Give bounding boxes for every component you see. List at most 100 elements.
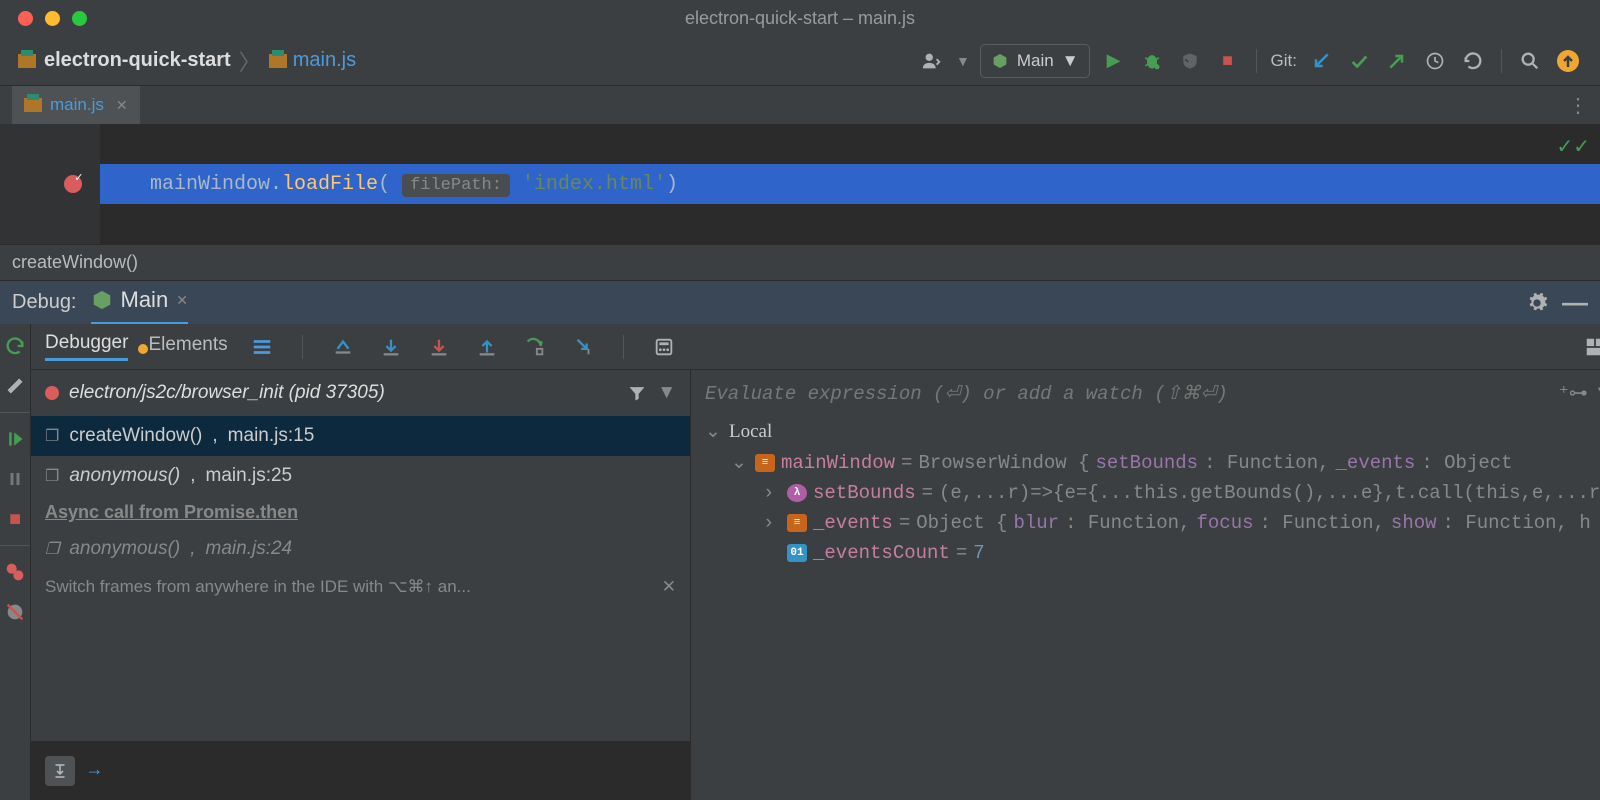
stop-icon[interactable]: ■ (1, 505, 29, 533)
breadcrumb-file[interactable]: main.js (269, 49, 356, 72)
step-out-icon[interactable] (473, 333, 501, 361)
threads-icon[interactable] (248, 333, 276, 361)
filter-icon[interactable] (627, 383, 647, 403)
object-icon: ≡ (787, 514, 807, 532)
close-tip-icon[interactable]: ✕ (662, 577, 676, 597)
debug-console[interactable]: → (31, 740, 690, 800)
debugger-tab[interactable]: Debugger (45, 332, 128, 361)
evaluate-expression-icon[interactable] (650, 333, 678, 361)
variable-row[interactable]: › ≡ _events = Object {blur: Function, fo… (691, 508, 1600, 538)
git-pull-icon[interactable] (1307, 47, 1335, 75)
mute-breakpoints-icon[interactable] (1, 598, 29, 626)
debug-main-area: Debugger Elements (31, 324, 1600, 800)
debug-side-toolbar: ■ (0, 324, 31, 800)
breakpoint-icon[interactable] (64, 175, 82, 193)
frame-icon: ❐ (45, 539, 59, 559)
more-tabs-icon[interactable]: ⋮ (1568, 93, 1588, 118)
editor-tab-main-js[interactable]: main.js ✕ (12, 86, 140, 124)
run-configuration-selector[interactable]: Main ▼ (980, 44, 1090, 78)
thread-dropdown-icon[interactable]: ▼ (657, 382, 676, 404)
search-icon[interactable] (1516, 47, 1544, 75)
variable-row[interactable]: 01 _eventsCount = 7 (691, 538, 1600, 568)
minimize-window-icon[interactable] (45, 11, 60, 26)
variable-row[interactable]: ⌄ ≡ mainWindow = BrowserWindow {setBound… (691, 447, 1600, 478)
view-breakpoints-icon[interactable] (1, 558, 29, 586)
close-session-icon[interactable]: ✕ (176, 292, 188, 309)
console-scroll-icon[interactable] (45, 756, 75, 786)
titlebar: electron-quick-start – main.js (0, 0, 1600, 36)
breadcrumb-project: electron-quick-start (44, 49, 231, 72)
run-coverage-button[interactable] (1176, 47, 1204, 75)
rerun-icon[interactable] (1, 332, 29, 360)
frame-function: anonymous() (69, 465, 180, 487)
add-watch-icon[interactable]: ⁺⊶ (1559, 382, 1588, 405)
close-tab-icon[interactable]: ✕ (116, 97, 128, 114)
console-prompt: → (89, 761, 100, 781)
stack-frame[interactable]: ❐ anonymous(), main.js:25 (31, 456, 690, 496)
breadcrumb-separator: 〉 (239, 45, 261, 77)
debug-session-name: Main (121, 287, 169, 313)
js-file-icon (269, 54, 287, 68)
debug-session-tab[interactable]: Main ✕ (91, 281, 188, 325)
breadcrumb-file-label: main.js (293, 49, 356, 72)
caret-icon[interactable]: ▼ (956, 53, 970, 69)
run-config-name: Main (1017, 51, 1054, 71)
resume-icon[interactable] (1, 425, 29, 453)
layout-settings-icon[interactable] (1581, 333, 1600, 361)
context-breadcrumb[interactable]: createWindow() (0, 244, 1600, 280)
code-editor[interactable]: ✓✓ 14 15 mainWindow.loadFile( filePath: … (0, 124, 1600, 244)
variable-name: setBounds (813, 482, 916, 504)
thread-selector[interactable]: electron/js2c/browser_init (pid 37305) ▼ (31, 370, 690, 416)
history-icon[interactable] (1421, 47, 1449, 75)
evaluate-expression-input[interactable]: Evaluate expression (⏎) or add a watch (… (691, 370, 1600, 416)
minimize-panel-icon[interactable]: — (1562, 287, 1588, 318)
git-push-icon[interactable] (1383, 47, 1411, 75)
variable-value: 7 (973, 542, 984, 564)
show-execution-point-icon[interactable] (329, 333, 357, 361)
variable-name: mainWindow (781, 452, 895, 474)
smart-step-icon[interactable] (569, 333, 597, 361)
inspection-ok-icon[interactable]: ✓✓ (1556, 134, 1590, 159)
frame-icon: ❐ (45, 466, 59, 486)
revert-icon[interactable] (1459, 47, 1487, 75)
git-label: Git: (1271, 51, 1297, 71)
variable-row[interactable]: › λ setBounds = (e,...r)=>{e={...this.ge… (691, 478, 1600, 508)
run-button[interactable]: ▶ (1100, 47, 1128, 75)
thread-name: electron/js2c/browser_init (pid 37305) (69, 382, 385, 404)
settings-icon[interactable] (1526, 292, 1548, 314)
js-file-icon (24, 98, 42, 112)
context-label: createWindow() (12, 252, 138, 273)
elements-tab[interactable]: Elements (148, 334, 227, 360)
nodejs-icon (991, 52, 1009, 70)
code-string: 'index.html' (522, 173, 666, 196)
run-to-cursor-icon[interactable] (521, 333, 549, 361)
breadcrumb[interactable]: electron-quick-start 〉 main.js (18, 45, 356, 77)
step-over-icon[interactable] (377, 333, 405, 361)
dropdown-caret-icon: ▼ (1062, 51, 1079, 71)
frame-location: main.js:15 (228, 425, 315, 447)
stack-frame[interactable]: ❐ createWindow(), main.js:15 (31, 416, 690, 456)
update-icon[interactable] (1554, 47, 1582, 75)
pause-icon[interactable] (1, 465, 29, 493)
maximize-window-icon[interactable] (72, 11, 87, 26)
code-with-me-icon[interactable] (918, 47, 946, 75)
window-title: electron-quick-start – main.js (685, 8, 915, 29)
close-window-icon[interactable] (18, 11, 33, 26)
debug-panel-label: Debug: (12, 291, 77, 314)
stop-button[interactable]: ■ (1214, 47, 1242, 75)
code-method: loadFile (282, 173, 378, 196)
debug-button[interactable] (1138, 47, 1166, 75)
step-into-icon[interactable] (425, 333, 453, 361)
tip-text: Switch frames from anywhere in the IDE w… (45, 577, 471, 597)
modify-run-config-icon[interactable] (1, 372, 29, 400)
git-commit-icon[interactable] (1345, 47, 1373, 75)
editor-tab-label: main.js (50, 95, 104, 115)
nodejs-icon (91, 289, 113, 311)
breakpoint-line[interactable]: 15 mainWindow.loadFile( filePath: 'index… (0, 164, 1600, 204)
scope-label: Local (729, 421, 772, 443)
code-variable: mainWindow (150, 173, 270, 196)
editor-tabs: main.js ✕ ⋮ (0, 86, 1600, 124)
frames-panel: electron/js2c/browser_init (pid 37305) ▼… (31, 370, 691, 800)
variable-scope[interactable]: ⌄ Local (691, 416, 1600, 447)
stack-frame[interactable]: ❐ anonymous(), main.js:24 (31, 529, 690, 569)
